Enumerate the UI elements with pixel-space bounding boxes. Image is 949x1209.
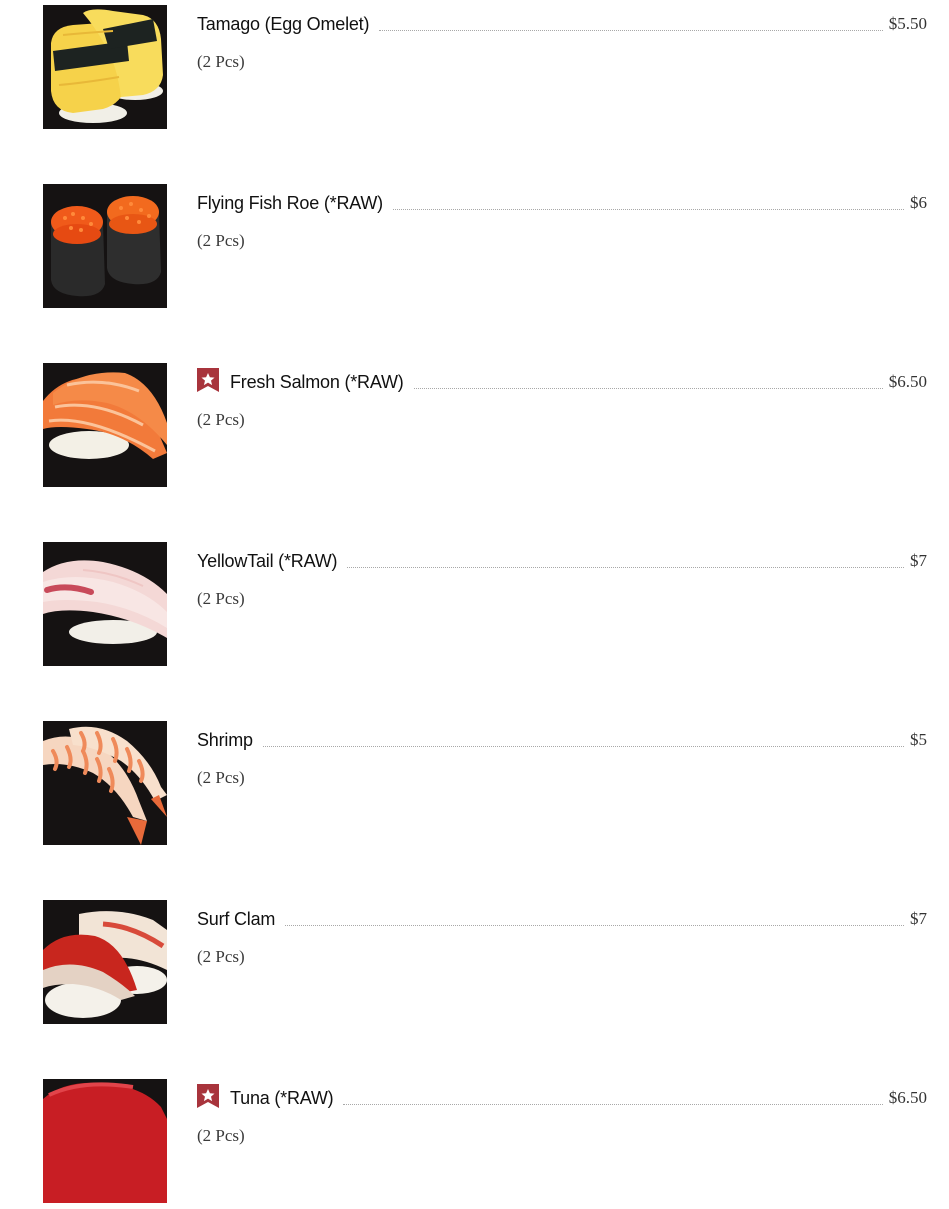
item-description: (2 Pcs) [197, 410, 245, 429]
item-price: $7 [910, 551, 927, 570]
item-title-row: Tuna (*RAW) $6.50 [197, 1083, 927, 1109]
item-title-row: Fresh Salmon (*RAW) $6.50 [197, 367, 927, 393]
dotted-leader [392, 208, 904, 210]
item-name: Surf Clam [197, 909, 276, 929]
item-title-row: Shrimp $5 [197, 725, 927, 751]
dotted-leader [262, 745, 904, 747]
item-description: (2 Pcs) [197, 589, 245, 608]
item-title-row: Flying Fish Roe (*RAW) $6 [197, 188, 927, 214]
salmon-nigiri-image[interactable] [43, 363, 167, 487]
item-title-row: Surf Clam $7 [197, 904, 927, 930]
item-name: Fresh Salmon (*RAW) [230, 372, 404, 392]
item-price: $6.50 [888, 372, 927, 391]
dotted-leader [379, 29, 883, 31]
item-price: $5 [910, 730, 927, 749]
item-price: $6 [910, 193, 927, 212]
dotted-leader [285, 924, 904, 926]
item-price: $7 [910, 909, 927, 928]
menu-item[interactable]: Fresh Salmon (*RAW) $6.50 (2 Pcs) [0, 363, 949, 493]
item-description: (2 Pcs) [197, 768, 245, 787]
menu-item[interactable]: Flying Fish Roe (*RAW) $6 (2 Pcs) [0, 184, 949, 314]
item-title-row: YellowTail (*RAW) $7 [197, 546, 927, 572]
item-price: $6.50 [888, 1088, 927, 1107]
tobiko-gunkan-image[interactable] [43, 184, 167, 308]
item-description: (2 Pcs) [197, 947, 245, 966]
dotted-leader [413, 387, 883, 389]
item-name: Shrimp [197, 730, 253, 750]
surf-clam-nigiri-image[interactable] [43, 900, 167, 1024]
star-bookmark-icon [197, 368, 219, 392]
item-price: $5.50 [888, 14, 927, 33]
tamago-nigiri-image[interactable] [43, 5, 167, 129]
shrimp-nigiri-image[interactable] [43, 721, 167, 845]
item-name: Flying Fish Roe (*RAW) [197, 193, 383, 213]
yellowtail-nigiri-image[interactable] [43, 542, 167, 666]
menu-item[interactable]: Surf Clam $7 (2 Pcs) [0, 900, 949, 1030]
item-title-row: Tamago (Egg Omelet) $5.50 [197, 9, 927, 35]
star-bookmark-icon [197, 1084, 219, 1108]
menu-item[interactable]: Tuna (*RAW) $6.50 (2 Pcs) [0, 1079, 949, 1209]
item-name: YellowTail (*RAW) [197, 551, 338, 571]
dotted-leader [343, 1103, 883, 1105]
item-description: (2 Pcs) [197, 52, 245, 71]
tuna-nigiri-image[interactable] [43, 1079, 167, 1203]
item-name: Tuna (*RAW) [230, 1088, 334, 1108]
item-description: (2 Pcs) [197, 1126, 245, 1145]
menu-item[interactable]: Shrimp $5 (2 Pcs) [0, 721, 949, 851]
item-name: Tamago (Egg Omelet) [197, 14, 370, 34]
dotted-leader [347, 566, 904, 568]
item-description: (2 Pcs) [197, 231, 245, 250]
menu-item[interactable]: YellowTail (*RAW) $7 (2 Pcs) [0, 542, 949, 672]
menu-item[interactable]: Tamago (Egg Omelet) $5.50 (2 Pcs) [0, 5, 949, 135]
